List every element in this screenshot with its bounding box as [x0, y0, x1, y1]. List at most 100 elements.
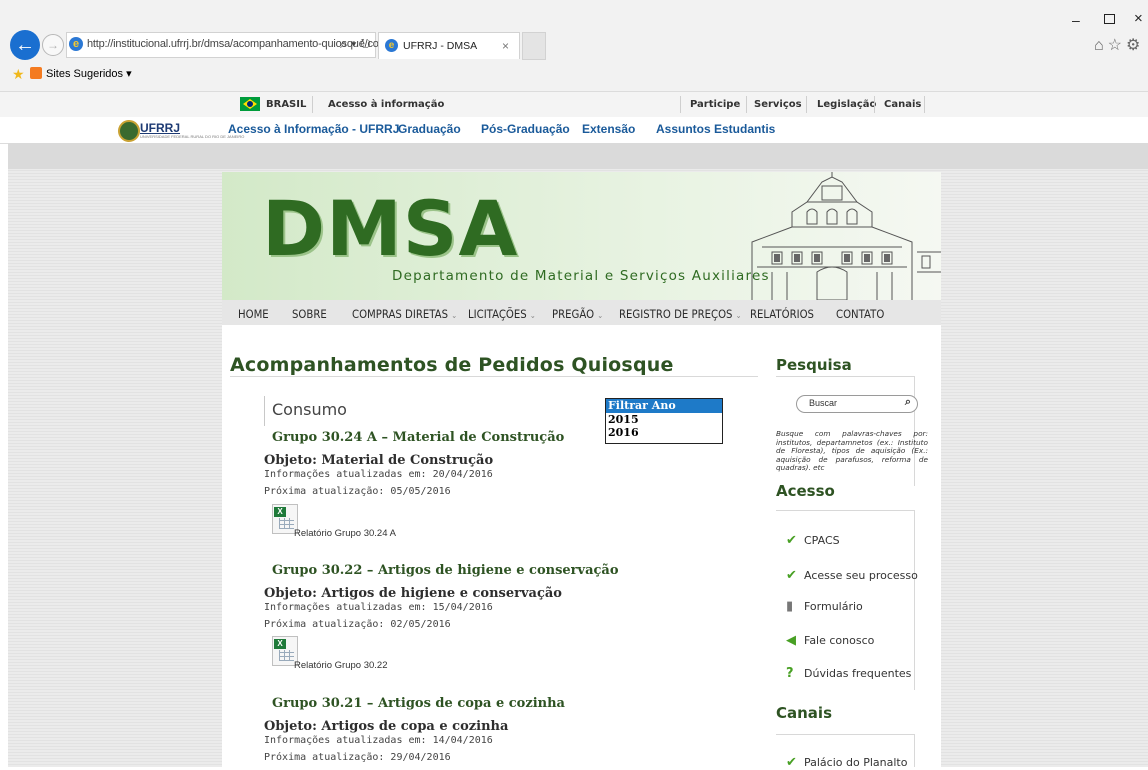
group-objeto: Objeto: Artigos de copa e cozinha: [264, 719, 509, 734]
search-refresh-icon[interactable]: ⌕ ▾ ↻: [340, 36, 371, 52]
chevron-down-icon: ⌄: [735, 311, 742, 320]
sidebar-link-palacio-planalto[interactable]: ✔ Palácio do Planalto: [786, 755, 907, 770]
megaphone-icon: ◀: [786, 633, 796, 648]
ufrrj-nav-acesso[interactable]: Acesso à Informação - UFRRJ: [228, 122, 399, 136]
sidebar-link-cpacs[interactable]: ✔ CPACS: [786, 533, 840, 548]
check-icon: ✔: [786, 568, 797, 583]
sidebar-divider: [776, 734, 915, 735]
group-heading: Grupo 30.24 A – Material de Construção: [272, 430, 565, 445]
menu-compras-diretas-label: COMPRAS DIRETAS: [352, 307, 449, 321]
home-star-gear-icons[interactable]: ⌂☆⚙: [1094, 35, 1144, 55]
ufrrj-nav-extensao[interactable]: Extensão: [582, 122, 635, 136]
group-heading: Grupo 30.21 – Artigos de copa e cozinha: [272, 696, 565, 711]
divider: [806, 96, 807, 113]
ie-icon: e: [69, 37, 83, 51]
sidebar-link-label: CPACS: [804, 534, 840, 547]
ufrrj-logo-text[interactable]: UFRRJ: [140, 121, 180, 135]
address-bar[interactable]: e http://institucional.ufrrj.br/dmsa/aco…: [66, 32, 390, 58]
group-next-update: Próxima atualização: 02/05/2016: [264, 619, 451, 630]
menu-licitacoes-label: LICITAÇÕES: [468, 307, 527, 321]
filter-year-option[interactable]: 2016: [606, 426, 722, 439]
minimize-icon[interactable]: –: [1072, 12, 1080, 28]
search-field[interactable]: Buscar ⌕: [796, 395, 918, 413]
new-tab-button[interactable]: [522, 32, 546, 60]
menu-contato-label: CONTATO: [836, 307, 885, 321]
tab-close-icon[interactable]: ×: [502, 39, 509, 53]
main-menu: HOME SOBRE COMPRAS DIRETAS ⌄ LICITAÇÕES …: [222, 300, 941, 325]
search-help-text: Busque com palavras-chaves por: institut…: [776, 429, 928, 472]
chevron-down-icon: ⌄: [597, 311, 604, 320]
menu-relatorios-label: RELATÓRIOS: [750, 307, 814, 321]
ie-tab-icon: e: [385, 39, 398, 52]
page-top-band: [8, 143, 1148, 169]
menu-licitacoes[interactable]: LICITAÇÕES ⌄: [468, 307, 536, 321]
filter-year-listbox[interactable]: Filtrar Ano 2015 2016: [605, 398, 723, 444]
section-title-consumo: Consumo: [272, 400, 347, 419]
sidebar-heading-acesso: Acesso: [776, 482, 835, 500]
divider: [924, 96, 925, 113]
filter-year-header[interactable]: Filtrar Ano: [606, 399, 722, 413]
sidebar-link-label: Formulário: [804, 600, 863, 613]
menu-pregao-label: PREGÃO: [552, 307, 595, 321]
gov-link-legislacao[interactable]: Legislação: [817, 99, 876, 110]
page-title: Acompanhamentos de Pedidos Quiosque: [230, 354, 674, 376]
menu-home[interactable]: HOME: [238, 307, 269, 321]
menu-contato[interactable]: CONTATO: [836, 307, 884, 321]
browser-chrome: ← → e http://institucional.ufrrj.br/dmsa…: [0, 0, 1148, 91]
ufrrj-nav-assuntos-estudantis[interactable]: Assuntos Estudantis: [656, 122, 775, 136]
section-divider: [264, 396, 265, 426]
banner-title: DMSA: [262, 184, 519, 273]
group-next-update: Próxima atualização: 05/05/2016: [264, 486, 451, 497]
group-updated-date: Informações atualizadas em: 14/04/2016: [264, 735, 493, 746]
acesso-informacao-link[interactable]: Acesso à informação: [328, 99, 444, 110]
restore-icon[interactable]: [1104, 14, 1115, 24]
brasil-link[interactable]: BRASIL: [266, 99, 306, 110]
sidebar-link-label: Fale conosco: [804, 634, 875, 647]
sidebar-link-fale-conosco[interactable]: ◀ Fale conosco: [786, 633, 874, 648]
close-window-icon[interactable]: ×: [1134, 10, 1143, 27]
ufrrj-logo-icon[interactable]: [118, 120, 140, 142]
sidebar-link-formulario[interactable]: ▮ Formulário: [786, 599, 863, 614]
report-link[interactable]: Relatório Grupo 30.24 A: [294, 528, 396, 539]
favorites-star-icon[interactable]: ★: [12, 66, 25, 83]
back-arrow-icon[interactable]: ←: [10, 30, 40, 60]
search-input[interactable]: Buscar: [809, 398, 837, 408]
report-link[interactable]: Relatório Grupo 30.22: [294, 660, 387, 671]
divider: [874, 96, 875, 113]
gov-link-participe[interactable]: Participe: [690, 99, 740, 110]
ufrrj-bar: UFRRJ UNIVERSIDADE FEDERAL RURAL DO RIO …: [0, 117, 1148, 144]
sidebar-divider: [914, 734, 915, 767]
suggested-sites-link[interactable]: Sites Sugeridos ▾: [46, 67, 132, 80]
forward-arrow-icon[interactable]: →: [42, 34, 64, 56]
menu-home-label: HOME: [238, 307, 269, 321]
gov-link-servicos[interactable]: Serviços: [754, 99, 802, 110]
brazil-flag-icon: [240, 97, 260, 111]
ufrrj-nav-graduacao[interactable]: Graduação: [398, 122, 461, 136]
sidebar-link-acesse-processo[interactable]: ✔ Acesse seu processo: [786, 568, 918, 583]
group-updated-date: Informações atualizadas em: 20/04/2016: [264, 469, 493, 480]
sidebar-link-label: Palácio do Planalto: [804, 756, 908, 769]
divider: [746, 96, 747, 113]
ufrrj-nav-pos-graduacao[interactable]: Pós-Graduação: [481, 122, 570, 136]
sidebar-link-duvidas-frequentes[interactable]: ? Dúvidas frequentes: [786, 666, 911, 681]
dmsa-banner[interactable]: DMSA Departamento de Material e Serviços…: [222, 172, 941, 300]
menu-relatorios[interactable]: RELATÓRIOS: [750, 307, 814, 321]
sidebar-heading-pesquisa: Pesquisa: [776, 356, 852, 374]
group-next-update: Próxima atualização: 29/04/2016: [264, 752, 451, 763]
gov-link-canais[interactable]: Canais: [884, 99, 921, 110]
menu-pregao[interactable]: PREGÃO ⌄: [552, 307, 603, 321]
menu-registro-de-precos[interactable]: REGISTRO DE PREÇOS ⌄: [619, 307, 742, 321]
title-divider: [230, 376, 758, 377]
sidebar-divider: [776, 376, 915, 377]
menu-sobre[interactable]: SOBRE: [292, 307, 327, 321]
chevron-down-icon: ⌄: [529, 311, 536, 320]
favorites-bar: ★ Sites Sugeridos ▾: [0, 63, 1148, 85]
group-updated-date: Informações atualizadas em: 15/04/2016: [264, 602, 493, 613]
check-icon: ✔: [786, 533, 797, 548]
menu-compras-diretas[interactable]: COMPRAS DIRETAS ⌄: [352, 307, 457, 321]
sidebar-divider: [776, 510, 915, 511]
browser-tab[interactable]: e UFRRJ - DMSA ×: [378, 32, 520, 59]
filter-year-option[interactable]: 2015: [606, 413, 722, 426]
sidebar-divider: [914, 510, 915, 690]
search-icon[interactable]: ⌕: [905, 396, 911, 409]
